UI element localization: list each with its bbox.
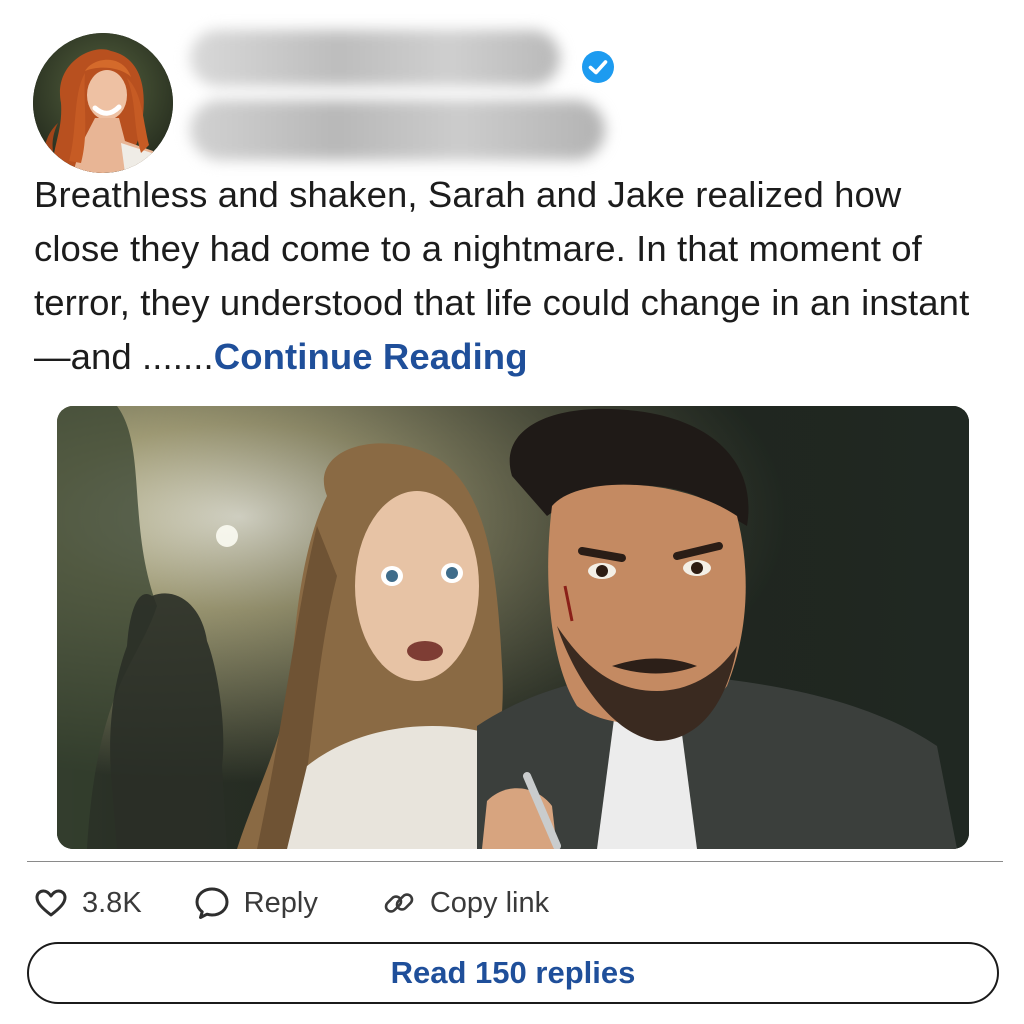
author-name-blurred[interactable]: [190, 30, 560, 86]
heart-icon: [35, 889, 67, 917]
avatar[interactable]: [33, 33, 173, 173]
action-bar: 3.8K Reply Copy link: [30, 880, 549, 926]
post-text: Breathless and shaken, Sarah and Jake re…: [34, 168, 994, 384]
post-image[interactable]: [57, 406, 969, 849]
like-button[interactable]: 3.8K: [34, 887, 142, 920]
verified-badge-icon: [582, 51, 614, 83]
continue-reading-link[interactable]: Continue Reading: [214, 336, 528, 377]
read-replies-button[interactable]: Read 150 replies: [27, 942, 999, 1004]
post-card: Breathless and shaken, Sarah and Jake re…: [0, 0, 1024, 1024]
read-replies-label: Read 150 replies: [390, 955, 636, 990]
divider: [27, 861, 1003, 862]
like-count: 3.8K: [82, 886, 142, 919]
speech-bubble-icon: [195, 887, 229, 919]
copy-link-label: Copy link: [429, 886, 550, 919]
avatar-image: [33, 33, 173, 173]
author-handle-blurred[interactable]: [190, 100, 605, 160]
reply-label: Reply: [243, 886, 318, 919]
story-illustration: [57, 406, 969, 849]
copy-link-button[interactable]: Copy link: [382, 886, 549, 920]
link-icon: [384, 893, 414, 913]
reply-button[interactable]: Reply: [194, 886, 318, 920]
